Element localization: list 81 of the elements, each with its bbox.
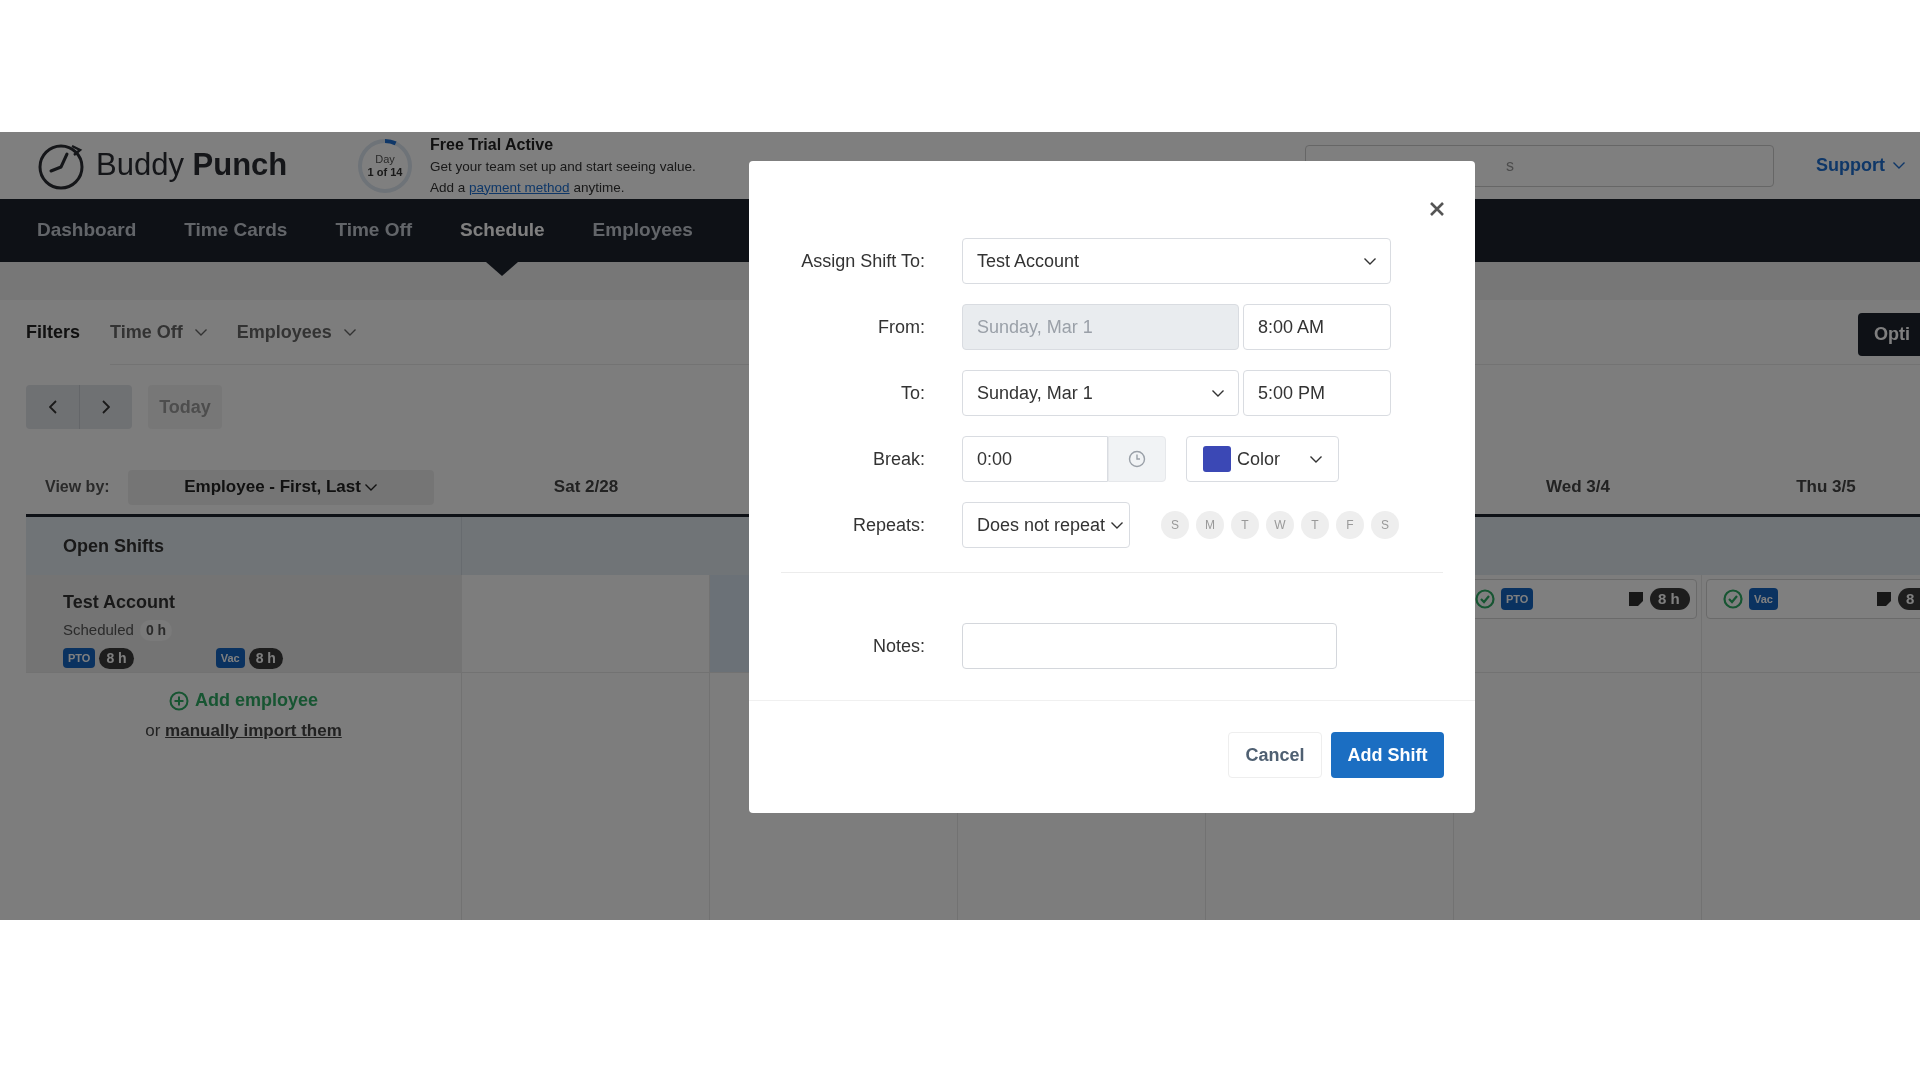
shift-card[interactable]: Vac 8 [1706, 579, 1920, 619]
progress-ring [356, 136, 414, 195]
payment-link[interactable]: payment method [469, 179, 570, 195]
weekday-toggle[interactable]: S [1161, 511, 1189, 539]
day-count: 1 of 14 [367, 165, 403, 179]
check-icon [1723, 589, 1743, 609]
employee-name: Test Account [63, 591, 176, 614]
time-off-badge: Vac [1749, 587, 1778, 611]
weekday-toggle[interactable]: M [1196, 511, 1224, 539]
color-select[interactable]: Color [1186, 436, 1339, 482]
previous-button[interactable] [26, 385, 80, 429]
filters-label: Filters [26, 321, 81, 344]
to-date-select[interactable]: Sunday, Mar 1 [962, 370, 1239, 416]
nav-tab[interactable]: Time Off [335, 199, 413, 262]
scheduled-label: Scheduled [63, 620, 134, 640]
assign-select[interactable]: Test Account [962, 238, 1391, 284]
options-button[interactable]: Opti [1858, 313, 1920, 356]
logo-text: Buddy Punch [96, 146, 288, 185]
view-by-label: View by: [45, 477, 110, 497]
trial-title: Free Trial Active [430, 135, 555, 156]
hours-pill: 8 h [1650, 587, 1690, 611]
field-label: Repeats: [852, 514, 925, 535]
field-label: Break: [872, 448, 925, 469]
field-label: From: [878, 316, 925, 337]
check-icon [1475, 589, 1495, 609]
caret-icon [364, 483, 377, 491]
close-button[interactable] [1429, 201, 1445, 217]
hours-pill: 8 [1898, 587, 1920, 611]
nav-tab[interactable]: Employees [592, 199, 693, 262]
weekday-toggle[interactable]: T [1231, 511, 1259, 539]
time-off-badge: Vac [215, 647, 245, 669]
time-off-badge: PTO [63, 647, 96, 669]
day-label: Day [375, 152, 395, 166]
nav-tab[interactable]: Time Cards [184, 199, 288, 262]
break-field[interactable]: 0:00 [962, 436, 1108, 482]
weekday-toggle[interactable]: W [1266, 511, 1294, 539]
plus-icon [169, 690, 189, 711]
support-menu[interactable]: Support [1816, 152, 1905, 179]
field-label: Notes: [872, 635, 925, 656]
caret-icon [1310, 455, 1322, 463]
view-by-dropdown[interactable]: Employee - First, Last [127, 469, 434, 505]
day-header: Wed 3/4 [1546, 476, 1610, 499]
caret-icon [1212, 389, 1224, 397]
clock-icon [1128, 450, 1146, 468]
weekday-toggle[interactable]: F [1336, 511, 1364, 539]
cancel-button[interactable]: Cancel [1228, 732, 1322, 778]
trial-message: Add a payment method anytime. [430, 178, 626, 197]
note-icon [1628, 591, 1644, 607]
import-message: or manually import them [145, 720, 342, 742]
import-link[interactable]: manually import them [165, 721, 342, 740]
chevron-right-icon [102, 400, 110, 414]
trial-message: Get your team set up and start seeing value. [430, 158, 696, 177]
repeats-select[interactable]: Does not repeat [962, 502, 1130, 548]
caret-icon [194, 329, 207, 336]
next-button[interactable] [80, 385, 132, 429]
clock-addon[interactable] [1108, 436, 1166, 482]
from-time-field[interactable]: 8:00 AM [1243, 304, 1391, 350]
add-shift-button[interactable]: Add Shift [1331, 732, 1444, 778]
filter-dropdown[interactable]: Time Off [110, 319, 207, 346]
open-shifts-label: Open Shifts [63, 534, 164, 558]
caret-icon [1893, 162, 1905, 169]
filter-dropdown[interactable]: Employees [236, 319, 356, 346]
field-label: Assign Shift To: [801, 250, 925, 271]
day-header: Thu 3/5 [1796, 476, 1856, 499]
add-employee-button[interactable]: Add employee [169, 687, 318, 714]
day-header: Sat 2/28 [553, 476, 619, 499]
weekday-toggle[interactable]: T [1301, 511, 1329, 539]
hours-pill: 8 h [99, 647, 134, 669]
caret-icon [1111, 521, 1124, 529]
notes-field[interactable] [962, 623, 1337, 669]
time-off-badge: PTO [1501, 587, 1534, 611]
note-icon [1876, 591, 1892, 607]
field-label: To: [901, 382, 925, 403]
hours-pill: 8 h [248, 647, 283, 669]
caret-icon [1364, 257, 1376, 265]
chevron-left-icon [48, 400, 57, 414]
hours-pill: 0 h [139, 619, 173, 641]
caret-icon [343, 329, 356, 336]
weekday-toggle[interactable]: S [1371, 511, 1399, 539]
to-time-field[interactable]: 5:00 PM [1243, 370, 1391, 416]
nav-tab[interactable]: Dashboard [37, 199, 137, 262]
